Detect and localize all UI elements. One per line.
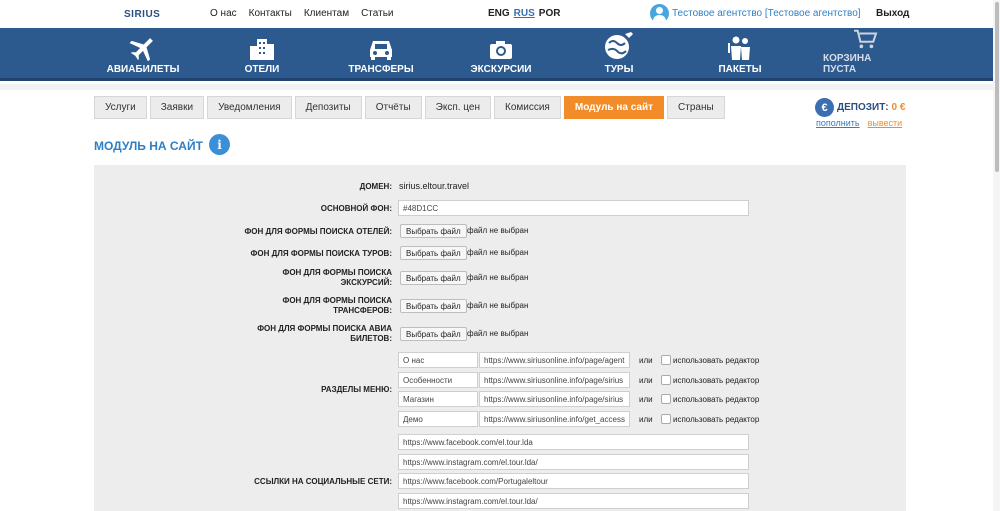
nav-tours[interactable]: ТУРЫ <box>600 28 638 81</box>
user-avatar-icon <box>650 4 669 23</box>
or-text: или <box>639 376 653 385</box>
tab-site-module[interactable]: Модуль на сайт <box>563 96 665 119</box>
top-nav: О нас Контакты Клиентам Статьи <box>210 8 394 19</box>
car-icon <box>370 41 392 60</box>
use-editor-checkbox[interactable] <box>661 355 671 365</box>
hotels-bg-file-status: файл не выбран <box>467 226 529 235</box>
use-editor-checkbox[interactable] <box>661 394 671 404</box>
people-icon <box>728 36 750 60</box>
top-nav-clients[interactable]: Клиентам <box>304 8 349 19</box>
tab-countries[interactable]: Страны <box>667 96 725 119</box>
tab-commission[interactable]: Комиссия <box>494 96 561 119</box>
menu-sections-label: РАЗДЕЛЫ МЕНЮ: <box>321 385 392 394</box>
main-bg-label: ОСНОВНОЙ ФОН: <box>320 204 392 213</box>
social-link-input[interactable]: https://www.instagram.com/el.tour.lda/ <box>398 493 749 509</box>
tours-bg-label: ФОН ДЛЯ ФОРМЫ ПОИСКА ТУРОВ: <box>250 249 392 258</box>
menu-item-url-input[interactable]: https://www.siriusonline.info/get_access <box>479 411 630 427</box>
nav-cart[interactable]: КОРЗИНА ПУСТА <box>823 28 907 81</box>
page-scrollbar-thumb[interactable] <box>995 2 999 172</box>
use-editor-label: использовать редактор <box>673 376 760 385</box>
menu-item-name-input[interactable]: Особенности <box>398 372 478 388</box>
domain-value: sirius.eltour.travel <box>399 181 470 191</box>
tab-notifications[interactable]: Уведомления <box>207 96 292 119</box>
social-link-input[interactable]: https://www.facebook.com/el.tour.lda <box>398 434 749 450</box>
plane-icon <box>129 38 153 61</box>
tab-deposits[interactable]: Депозиты <box>294 96 362 119</box>
top-nav-contacts[interactable]: Контакты <box>249 8 292 19</box>
tours-bg-file-status: файл не выбран <box>467 248 529 257</box>
lang-rus[interactable]: RUS <box>514 8 535 19</box>
social-links-label: ССЫЛКИ НА СОЦИАЛЬНЫЕ СЕТИ: <box>254 477 392 486</box>
menu-item-name-input[interactable]: О нас <box>398 352 478 368</box>
use-editor-label: использовать редактор <box>673 356 760 365</box>
social-link-input[interactable]: https://www.facebook.com/Portugaleltour <box>398 473 749 489</box>
site-logo[interactable]: SIRIUS <box>124 9 160 20</box>
use-editor-checkbox[interactable] <box>661 375 671 385</box>
nav-packages[interactable]: ПАКЕТЫ <box>718 28 762 81</box>
menu-item-url-input[interactable]: https://www.siriusonline.info/page/siriu… <box>479 391 630 407</box>
menu-item-name-input[interactable]: Демо <box>398 411 478 427</box>
hotel-icon <box>250 39 274 60</box>
info-icon[interactable]: i <box>209 134 230 155</box>
deposit-label: ДЕПОЗИТ: <box>837 102 889 113</box>
lang-eng[interactable]: ENG <box>488 8 510 19</box>
main-nav: АВИАБИЛЕТЫ ОТЕЛИ ТРАНСФЕРЫ ЭКСКУРСИИ ТУР… <box>0 28 1000 81</box>
tab-reports[interactable]: Отчёты <box>364 96 422 119</box>
camera-icon <box>490 41 512 59</box>
flights-bg-label: ФОН ДЛЯ ФОРМЫ ПОИСКА АВИА БИЛЕТОВ: <box>257 324 392 343</box>
tab-price-export[interactable]: Эксп. цен <box>424 96 491 119</box>
transfers-bg-file-button[interactable]: Выбрать файл <box>400 299 467 313</box>
logout-link[interactable]: Выход <box>876 8 909 19</box>
top-bar: SIRIUS О нас Контакты Клиентам Статьи EN… <box>0 0 1000 28</box>
use-editor-label: использовать редактор <box>673 395 760 404</box>
main-bg-input[interactable]: #48D1CC <box>398 200 749 216</box>
cart-icon <box>854 29 878 49</box>
excursions-bg-file-button[interactable]: Выбрать файл <box>400 271 467 285</box>
menu-item-url-input[interactable]: https://www.siriusonline.info/page/siriu… <box>479 372 630 388</box>
top-nav-about[interactable]: О нас <box>210 8 237 19</box>
nav-transfers[interactable]: ТРАНСФЕРЫ <box>348 28 414 81</box>
nav-flights[interactable]: АВИАБИЛЕТЫ <box>107 28 179 81</box>
menu-item-url-input[interactable]: https://www.siriusonline.info/page/agent <box>479 352 630 368</box>
excursions-bg-file-status: файл не выбран <box>467 273 529 282</box>
social-link-input[interactable]: https://www.instagram.com/el.tour.lda/ <box>398 454 749 470</box>
agency-account[interactable]: Тестовое агентство [Тестовое агентство] <box>650 4 861 23</box>
or-text: или <box>639 415 653 424</box>
menu-item-name-input[interactable]: Магазин <box>398 391 478 407</box>
or-text: или <box>639 395 653 404</box>
use-editor-checkbox[interactable] <box>661 414 671 424</box>
flights-bg-file-button[interactable]: Выбрать файл <box>400 327 467 341</box>
globe-icon <box>605 32 633 59</box>
excursions-bg-label: ФОН ДЛЯ ФОРМЫ ПОИСКА ЭКСКУРСИЙ: <box>282 268 393 287</box>
tours-bg-file-button[interactable]: Выбрать файл <box>400 246 467 260</box>
account-tabs: Услуги Заявки Уведомления Депозиты Отчёт… <box>94 96 725 119</box>
hotels-bg-label: ФОН ДЛЯ ФОРМЫ ПОИСКА ОТЕЛЕЙ: <box>244 227 392 236</box>
nav-hotels[interactable]: ОТЕЛИ <box>240 28 284 81</box>
transfers-bg-label: ФОН ДЛЯ ФОРМЫ ПОИСКА ТРАНСФЕРОВ: <box>282 296 393 315</box>
domain-label: ДОМЕН: <box>359 182 392 191</box>
or-text: или <box>639 356 653 365</box>
page-title: МОДУЛЬ НА САЙТ <box>94 139 203 153</box>
language-switcher: ENG RUS POR <box>488 8 560 19</box>
nav-excursions[interactable]: ЭКСКУРСИИ <box>469 28 533 81</box>
agency-name[interactable]: Тестовое агентство [Тестовое агентство] <box>672 8 861 19</box>
deposit-amount: 0 € <box>891 102 906 113</box>
flights-bg-file-status: файл не выбран <box>467 329 529 338</box>
tab-services[interactable]: Услуги <box>94 96 147 119</box>
deposit-balance: € ДЕПОЗИТ: 0 € <box>815 98 905 117</box>
nav-divider <box>0 84 1000 90</box>
transfers-bg-file-status: файл не выбран <box>467 301 529 310</box>
euro-icon: € <box>815 98 834 117</box>
deposit-actions: пополнить вывести <box>816 118 902 128</box>
lang-por[interactable]: POR <box>539 8 561 19</box>
top-nav-articles[interactable]: Статьи <box>361 8 393 19</box>
topup-link[interactable]: пополнить <box>816 118 860 128</box>
use-editor-label: использовать редактор <box>673 415 760 424</box>
tab-orders[interactable]: Заявки <box>149 96 205 119</box>
hotels-bg-file-button[interactable]: Выбрать файл <box>400 224 467 238</box>
withdraw-link[interactable]: вывести <box>868 118 903 128</box>
